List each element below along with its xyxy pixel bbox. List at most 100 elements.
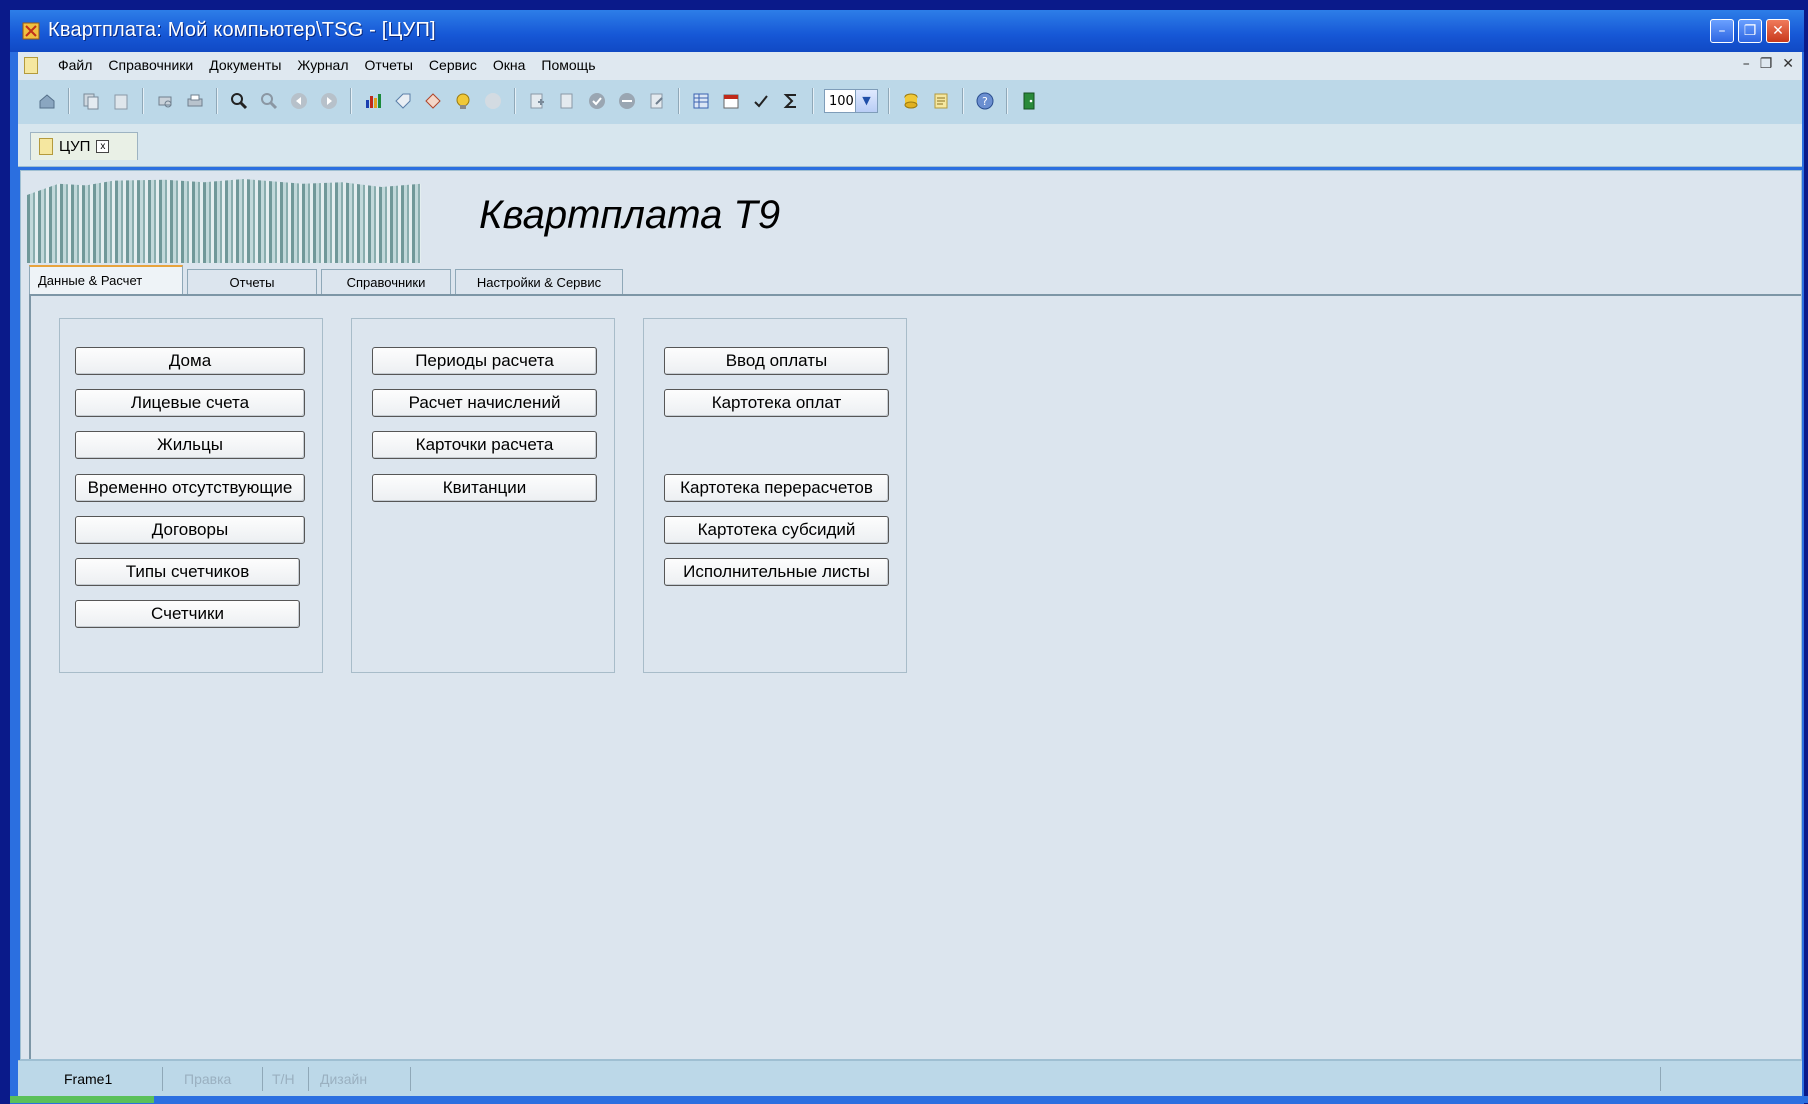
menu-file[interactable]: Файл xyxy=(50,57,100,73)
tab-reports[interactable]: Отчеты xyxy=(187,269,317,295)
close-icon[interactable]: x xyxy=(96,140,110,153)
mdi-minimize-button[interactable]: – xyxy=(1743,56,1750,72)
zoom-select[interactable]: 100 ▼ xyxy=(824,89,878,113)
tags-icon[interactable] xyxy=(422,90,444,112)
status-edit[interactable]: Правка xyxy=(184,1071,231,1087)
db-icon[interactable] xyxy=(900,90,922,112)
status-separator xyxy=(1660,1067,1661,1091)
document-icon xyxy=(39,138,53,155)
temporarily-absent-button[interactable]: Временно отсутствующие xyxy=(75,474,305,502)
minimize-button[interactable]: – xyxy=(1710,19,1734,43)
status-bar: Frame1 Правка Т/Н Дизайн xyxy=(18,1060,1802,1097)
menu-bar: Файл Справочники Документы Журнал Отчеты… xyxy=(18,52,1802,81)
help-icon[interactable]: ? xyxy=(974,90,996,112)
menu-service[interactable]: Сервис xyxy=(421,57,485,73)
writs-button[interactable]: Исполнительные листы xyxy=(664,558,889,586)
close-button[interactable]: ✕ xyxy=(1766,19,1790,43)
personal-accounts-button[interactable]: Лицевые счета xyxy=(75,389,305,417)
status-design[interactable]: Дизайн xyxy=(320,1071,367,1087)
chart-icon[interactable] xyxy=(362,90,384,112)
menu-documents[interactable]: Документы xyxy=(201,57,289,73)
toolbar: 100 ▼ ? xyxy=(18,80,1802,125)
group-payments: Ввод оплаты Картотека оплат Картотека пе… xyxy=(643,318,907,673)
stop-icon[interactable] xyxy=(482,90,504,112)
svg-text:?: ? xyxy=(982,95,988,108)
spellcheck-icon[interactable] xyxy=(750,90,772,112)
status-frame[interactable]: Frame1 xyxy=(64,1071,112,1087)
recalculations-file-button[interactable]: Картотека перерасчетов xyxy=(664,474,889,502)
home-icon[interactable] xyxy=(36,90,58,112)
minus-icon[interactable] xyxy=(616,90,638,112)
export-icon[interactable] xyxy=(646,90,668,112)
window-title: Квартплата: Мой компьютер\TSG - [ЦУП] xyxy=(48,19,436,41)
document-icon[interactable] xyxy=(24,57,38,74)
taskbar-strip xyxy=(10,1096,1808,1103)
calendar-icon[interactable] xyxy=(720,90,742,112)
menu-windows[interactable]: Окна xyxy=(485,57,534,73)
tab-bar: Данные & Расчет Отчеты Справочники Настр… xyxy=(29,265,627,295)
app-icon xyxy=(22,22,40,40)
group-calculation: Периоды расчета Расчет начислений Карточ… xyxy=(351,318,615,673)
calc-cards-button[interactable]: Карточки расчета xyxy=(372,431,597,459)
desktop-background xyxy=(0,0,1808,10)
table-icon[interactable] xyxy=(690,90,712,112)
zoom-value[interactable]: 100 xyxy=(824,89,856,113)
print-preview-icon[interactable] xyxy=(154,90,176,112)
receipts-button[interactable]: Квитанции xyxy=(372,474,597,502)
back-icon[interactable] xyxy=(288,90,310,112)
status-separator xyxy=(410,1067,411,1091)
check-icon[interactable] xyxy=(586,90,608,112)
new-doc-icon[interactable] xyxy=(526,90,548,112)
menu-items: Файл Справочники Документы Журнал Отчеты… xyxy=(50,57,604,73)
meter-types-button[interactable]: Типы счетчиков xyxy=(75,558,300,586)
tab-directories[interactable]: Справочники xyxy=(321,269,451,295)
tab-data-calc[interactable]: Данные & Расчет xyxy=(29,265,183,295)
title-bar: Квартплата: Мой компьютер\TSG - [ЦУП] – … xyxy=(10,10,1804,52)
toolbar-separator xyxy=(142,88,144,114)
menu-directories[interactable]: Справочники xyxy=(100,57,201,73)
contracts-button[interactable]: Договоры xyxy=(75,516,305,544)
toolbar-icons: 100 ▼ ? xyxy=(32,88,1044,114)
subsidies-file-button[interactable]: Картотека субсидий xyxy=(664,516,889,544)
menu-help[interactable]: Помощь xyxy=(533,57,603,73)
group-data: Дома Лицевые счета Жильцы Временно отсут… xyxy=(59,318,323,673)
copy-icon[interactable] xyxy=(80,90,102,112)
bulb-icon[interactable] xyxy=(452,90,474,112)
menu-reports[interactable]: Отчеты xyxy=(357,57,421,73)
calc-periods-button[interactable]: Периоды расчета xyxy=(372,347,597,375)
status-separator xyxy=(262,1067,263,1091)
status-separator xyxy=(308,1067,309,1091)
tag-icon[interactable] xyxy=(392,90,414,112)
sum-icon[interactable] xyxy=(780,90,802,112)
paste-icon[interactable] xyxy=(110,90,132,112)
find-icon[interactable] xyxy=(228,90,250,112)
print-icon[interactable] xyxy=(184,90,206,112)
residents-button[interactable]: Жильцы xyxy=(75,431,305,459)
toolbar-separator xyxy=(216,88,218,114)
toolbar-separator xyxy=(1006,88,1008,114)
document-tab-cup[interactable]: ЦУП x xyxy=(30,132,138,160)
toolbar-separator xyxy=(962,88,964,114)
mdi-close-button[interactable]: ✕ xyxy=(1782,56,1794,72)
exit-icon[interactable] xyxy=(1018,90,1040,112)
forward-icon[interactable] xyxy=(318,90,340,112)
mdi-restore-button[interactable]: ❐ xyxy=(1760,56,1773,72)
meters-button[interactable]: Счетчики xyxy=(75,600,300,628)
toolbar-separator xyxy=(514,88,516,114)
status-tn[interactable]: Т/Н xyxy=(272,1071,295,1087)
document-tab-label: ЦУП xyxy=(59,138,91,155)
payment-entry-button[interactable]: Ввод оплаты xyxy=(664,347,889,375)
copy-doc-icon[interactable] xyxy=(556,90,578,112)
chevron-down-icon[interactable]: ▼ xyxy=(856,89,878,113)
menu-journal[interactable]: Журнал xyxy=(289,57,356,73)
building-banner-image xyxy=(27,179,421,263)
charges-calculation-button[interactable]: Расчет начислений xyxy=(372,389,597,417)
find-next-icon[interactable] xyxy=(258,90,280,112)
tab-settings-service[interactable]: Настройки & Сервис xyxy=(455,269,623,295)
payments-file-button[interactable]: Картотека оплат xyxy=(664,389,889,417)
restore-button[interactable]: ❐ xyxy=(1738,19,1762,43)
app-title: Квартплата Т9 xyxy=(479,193,781,237)
status-separator xyxy=(162,1067,163,1091)
houses-button[interactable]: Дома xyxy=(75,347,305,375)
notes-icon[interactable] xyxy=(930,90,952,112)
